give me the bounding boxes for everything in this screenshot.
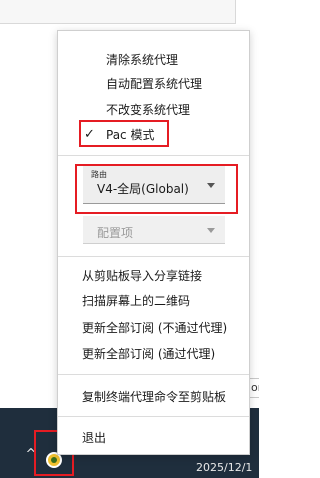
menu-item-exit[interactable]: 退出 [58,427,249,449]
background-window [0,0,236,24]
chevron-up-icon[interactable]: ^ [24,448,38,462]
menu-separator [58,374,249,375]
menu-item-label: 从剪贴板导入分享链接 [82,269,203,283]
tray-context-menu: 清除系统代理 自动配置系统代理 不改变系统代理 ✓ Pac 模式 路由 V4-全… [57,30,250,455]
menu-item-copy-command[interactable]: 复制终端代理命令至剪贴板 [58,386,249,408]
menu-item-auto-proxy[interactable]: 自动配置系统代理 [58,73,249,95]
menu-item-update-subs-proxy[interactable]: 更新全部订阅 (通过代理) [58,343,249,365]
menu-separator [58,416,249,417]
route-select[interactable]: 路由 V4-全局(Global) [83,166,225,204]
menu-item-label: 不改变系统代理 [106,103,191,117]
background-side-label: on [249,378,259,398]
menu-item-update-subs-direct[interactable]: 更新全部订阅 (不通过代理) [58,317,249,339]
menu-item-label: 清除系统代理 [106,53,179,67]
menu-separator [58,155,249,156]
menu-item-scan-qr[interactable]: 扫描屏幕上的二维码 [58,290,249,312]
menu-item-label: 自动配置系统代理 [106,77,203,91]
menu-item-label: 更新全部订阅 (不通过代理) [82,321,228,335]
config-select[interactable]: 配置项 [83,216,225,244]
chevron-down-icon [207,183,215,188]
menu-item-label: 复制终端代理命令至剪贴板 [82,390,227,404]
menu-item-label: 退出 [82,431,107,445]
menu-item-label: 扫描屏幕上的二维码 [82,294,191,308]
menu-separator [58,256,249,257]
config-select-value: 配置项 [97,226,134,240]
menu-item-label: 更新全部订阅 (通过代理) [82,347,216,361]
background-edge [236,0,259,30]
menu-item-clear-proxy[interactable]: 清除系统代理 [58,49,249,71]
menu-item-import-clipboard[interactable]: 从剪贴板导入分享链接 [58,265,249,287]
route-select-label: 路由 [91,170,107,179]
taskbar-clock[interactable]: 2025/12/1 [196,458,266,478]
menu-item-label: Pac 模式 [106,128,155,142]
check-icon: ✓ [84,127,95,142]
menu-item-keep-proxy[interactable]: 不改变系统代理 [58,99,249,121]
chevron-down-icon [207,228,215,233]
route-select-value: V4-全局(Global) [97,182,189,196]
menu-item-pac-mode[interactable]: ✓ Pac 模式 [58,124,249,146]
